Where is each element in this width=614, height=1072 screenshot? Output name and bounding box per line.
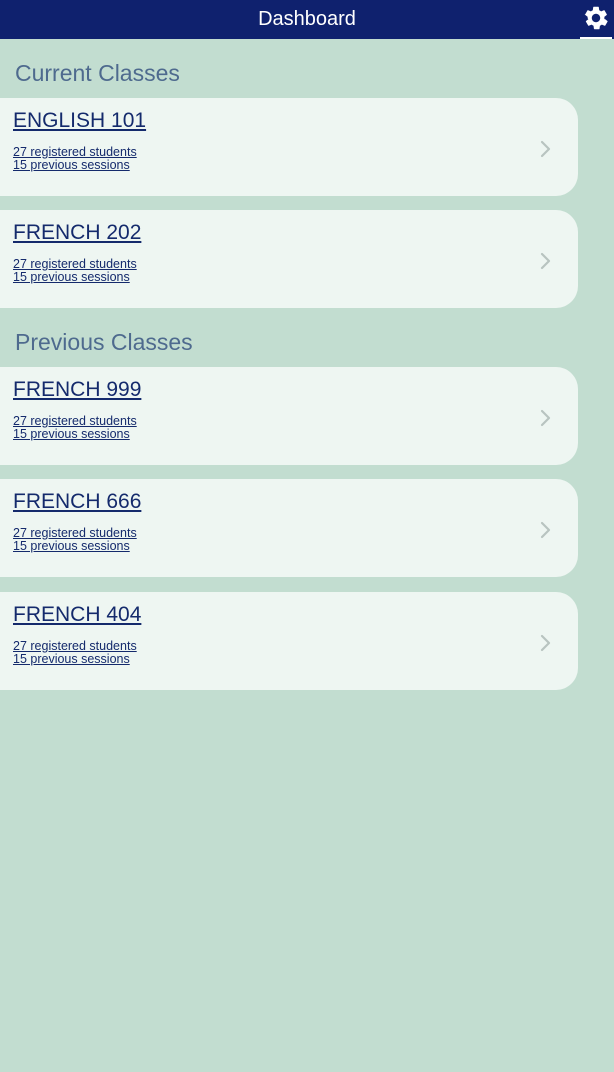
- class-card-french-999[interactable]: FRENCH 999 27 registered students 15 pre…: [0, 367, 578, 465]
- previous-sessions-link[interactable]: 15 previous sessions: [13, 271, 130, 284]
- class-name-link[interactable]: FRENCH 202: [13, 221, 141, 245]
- chevron-right-icon: [540, 634, 551, 652]
- previous-sessions-link[interactable]: 15 previous sessions: [13, 159, 130, 172]
- previous-sessions-link[interactable]: 15 previous sessions: [13, 653, 130, 666]
- class-name-link[interactable]: FRENCH 404: [13, 603, 141, 627]
- chevron-right-icon: [540, 140, 551, 158]
- class-name-link[interactable]: ENGLISH 101: [13, 109, 146, 133]
- class-card-french-666[interactable]: FRENCH 666 27 registered students 15 pre…: [0, 479, 578, 577]
- class-card-french-404[interactable]: FRENCH 404 27 registered students 15 pre…: [0, 592, 578, 690]
- previous-classes-heading: Previous Classes: [15, 329, 193, 355]
- class-name-link[interactable]: FRENCH 999: [13, 378, 141, 402]
- chevron-right-icon: [540, 521, 551, 539]
- class-card-english-101[interactable]: ENGLISH 101 27 registered students 15 pr…: [0, 98, 578, 196]
- class-card-french-202[interactable]: FRENCH 202 27 registered students 15 pre…: [0, 210, 578, 308]
- settings-button[interactable]: [580, 0, 612, 39]
- chevron-right-icon: [540, 252, 551, 270]
- chevron-right-icon: [540, 409, 551, 427]
- previous-sessions-link[interactable]: 15 previous sessions: [13, 540, 130, 553]
- top-bar: Dashboard: [0, 0, 614, 39]
- current-classes-heading: Current Classes: [15, 60, 180, 86]
- class-name-link[interactable]: FRENCH 666: [13, 490, 141, 514]
- previous-sessions-link[interactable]: 15 previous sessions: [13, 428, 130, 441]
- gear-icon: [582, 0, 610, 37]
- page-title: Dashboard: [258, 8, 356, 30]
